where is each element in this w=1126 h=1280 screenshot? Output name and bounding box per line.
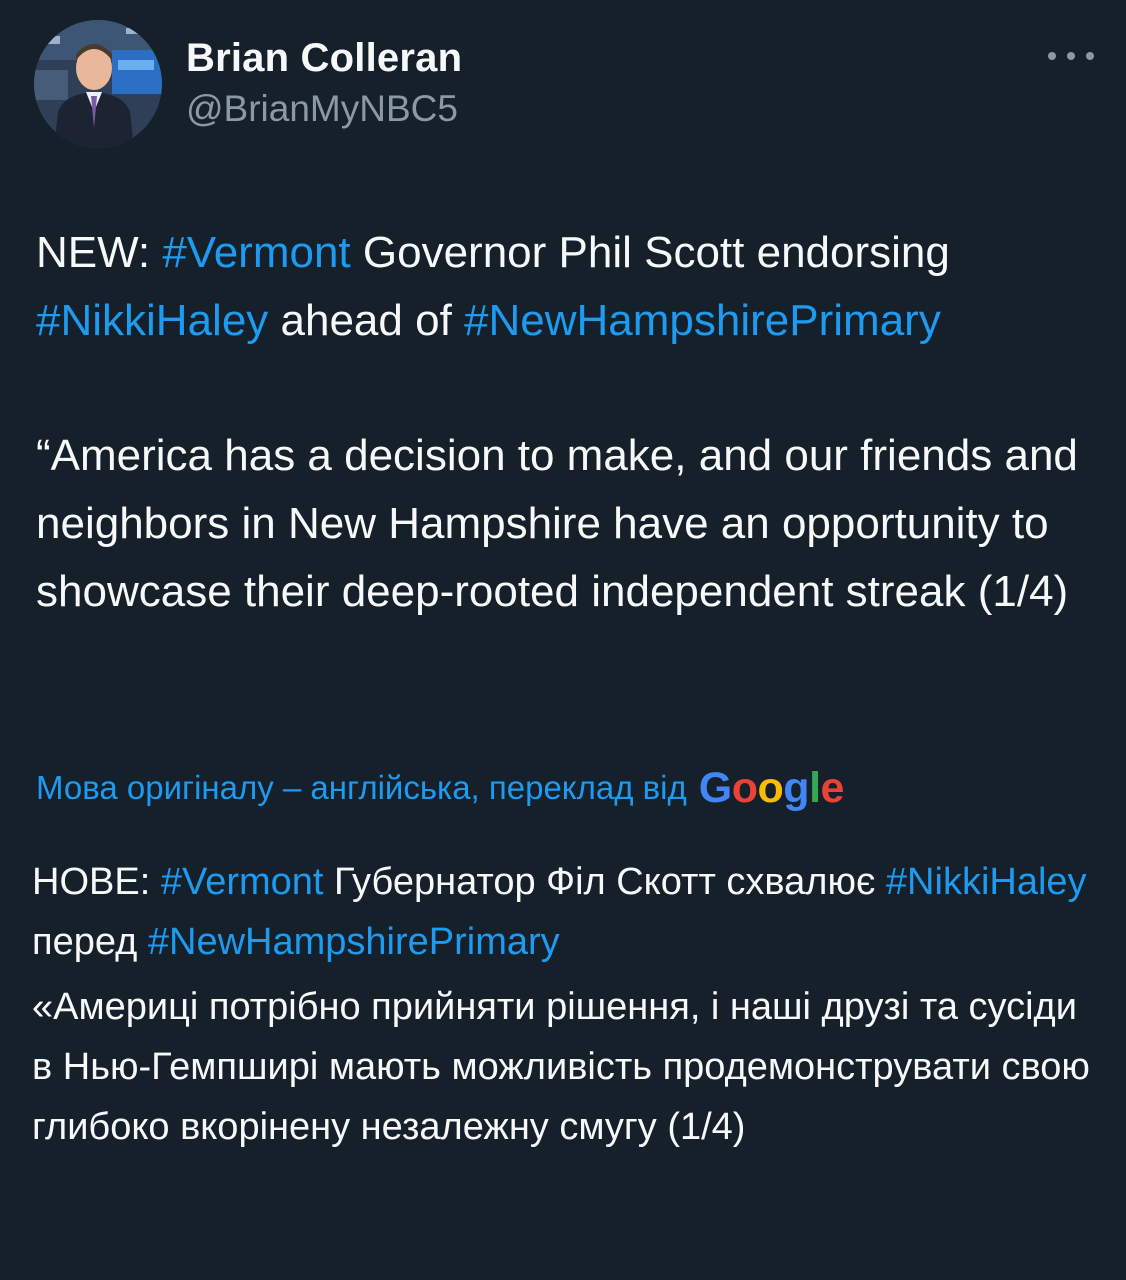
hashtag-link[interactable]: #NewHampshirePrimary bbox=[148, 921, 560, 963]
google-logo: Google bbox=[698, 763, 845, 812]
tweet-text-segment: ahead of bbox=[268, 296, 465, 345]
more-horizontal-icon bbox=[1048, 52, 1056, 60]
hashtag-link[interactable]: #NewHampshirePrimary bbox=[464, 296, 941, 345]
tweet-text-segment: NEW: bbox=[36, 228, 163, 277]
tweet-paragraph: “America has a decision to make, and our… bbox=[36, 431, 1078, 616]
hashtag-link[interactable]: #Vermont bbox=[161, 861, 324, 903]
tweet: Brian Colleran @BrianMyNBC5 NEW: #Vermon… bbox=[0, 0, 1126, 1280]
google-logo-letter: o bbox=[757, 763, 784, 812]
google-logo-letter: e bbox=[820, 763, 845, 812]
translation-attribution[interactable]: Мова оригіналу – англійська, переклад ві… bbox=[36, 758, 1096, 818]
google-logo-letter: G bbox=[698, 763, 732, 812]
google-logo-letter: o bbox=[731, 763, 758, 812]
translated-text-segment: перед bbox=[32, 921, 148, 963]
more-horizontal-icon bbox=[1067, 52, 1075, 60]
display-name[interactable]: Brian Colleran bbox=[186, 36, 462, 81]
hashtag-link[interactable]: #Vermont bbox=[162, 228, 350, 277]
tweet-header: Brian Colleran @BrianMyNBC5 bbox=[34, 20, 1094, 150]
translated-paragraph: «Америці потрібно прийняти рішення, і на… bbox=[32, 986, 1090, 1148]
translated-paragraph: НОВЕ: #Vermont Губернатор Філ Скотт схва… bbox=[32, 852, 1102, 972]
tweet-text: NEW: #Vermont Governor Phil Scott endors… bbox=[36, 219, 1096, 626]
translated-text-segment: Губернатор Філ Скотт схвалює bbox=[323, 861, 886, 903]
tweet-paragraph: NEW: #Vermont Governor Phil Scott endors… bbox=[36, 219, 1096, 355]
translated-text-segment: НОВЕ: bbox=[32, 861, 161, 903]
more-options-button[interactable] bbox=[1048, 44, 1094, 68]
translation-note-text: Мова оригіналу – англійська, переклад ві… bbox=[36, 769, 687, 806]
user-handle[interactable]: @BrianMyNBC5 bbox=[186, 88, 458, 130]
google-logo-letter: l bbox=[809, 763, 821, 812]
google-logo-letter: g bbox=[783, 763, 810, 812]
more-horizontal-icon bbox=[1086, 52, 1094, 60]
translated-tweet-text: НОВЕ: #Vermont Губернатор Філ Скотт схва… bbox=[32, 852, 1102, 1157]
hashtag-link[interactable]: #NikkiHaley bbox=[36, 296, 268, 345]
profile-photo bbox=[34, 20, 162, 148]
avatar[interactable] bbox=[34, 20, 162, 148]
hashtag-link[interactable]: #NikkiHaley bbox=[886, 861, 1087, 903]
tweet-text-segment: Governor Phil Scott endorsing bbox=[350, 228, 950, 277]
